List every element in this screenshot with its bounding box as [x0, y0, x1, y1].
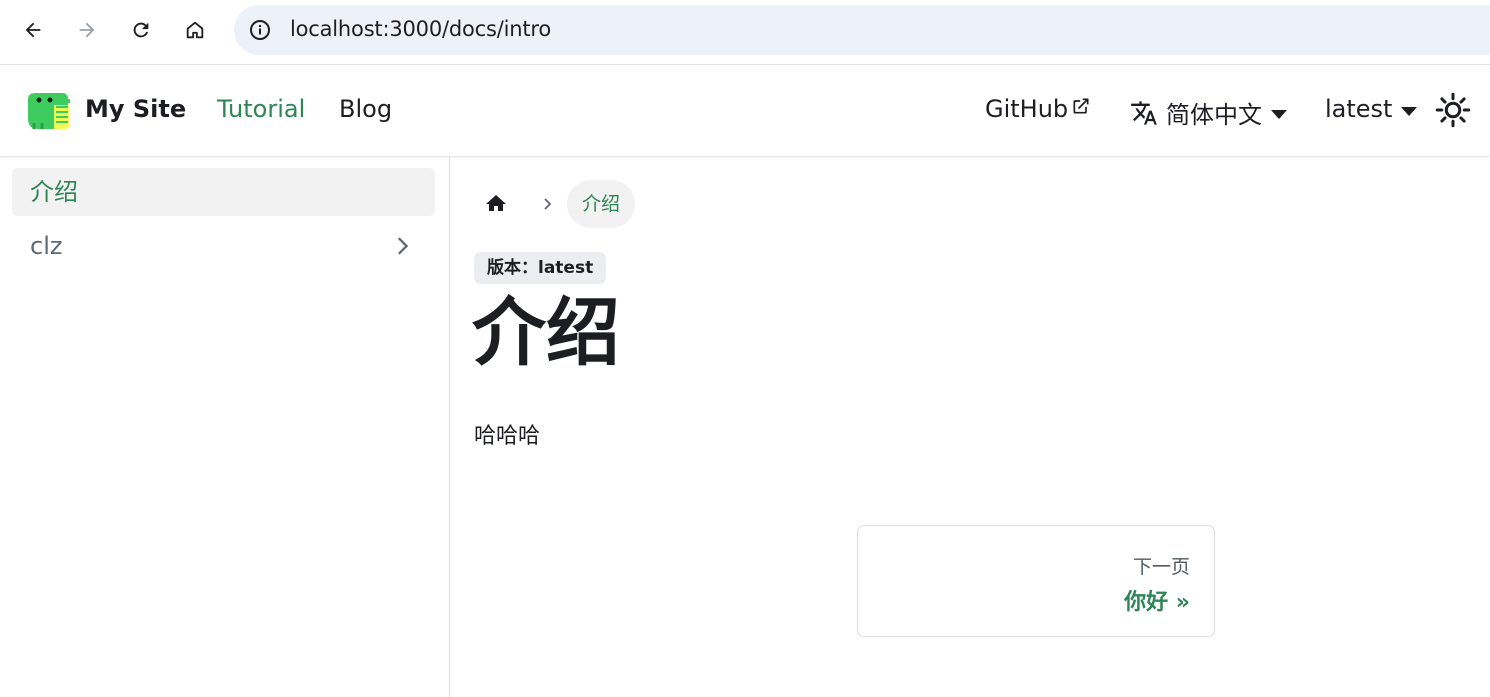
- home-button[interactable]: [175, 10, 215, 50]
- nav-github-label: GitHub: [985, 95, 1069, 123]
- reload-button[interactable]: [121, 10, 161, 50]
- sidebar-item-label: clz: [30, 232, 63, 260]
- reload-icon: [133, 22, 149, 38]
- dinosaur-logo-icon[interactable]: [24, 89, 72, 133]
- site-navbar: My Site Tutorial Blog GitHub 简体中文 latest: [0, 65, 1490, 156]
- home-icon: [486, 195, 506, 211]
- back-icon: [25, 22, 41, 38]
- version-badge: 版本：latest: [474, 252, 607, 284]
- caret-down-icon: [1401, 106, 1418, 116]
- sidebar-item-intro[interactable]: 介绍: [12, 168, 435, 216]
- url-text[interactable]: localhost:3000/docs/intro: [290, 17, 551, 41]
- back-button[interactable]: [13, 10, 53, 50]
- translate-icon: [1131, 100, 1157, 125]
- version-dropdown[interactable]: latest: [1325, 95, 1418, 123]
- caret-down-icon: [1271, 110, 1287, 119]
- forward-icon: [79, 22, 95, 38]
- external-link-icon: [1073, 98, 1089, 114]
- version-label: latest: [1325, 95, 1393, 123]
- info-icon[interactable]: [248, 18, 272, 42]
- forward-button[interactable]: [67, 10, 107, 50]
- pager-label: 你好 »: [1124, 590, 1190, 615]
- sidebar-item-clz[interactable]: clz: [12, 222, 435, 270]
- chevron-right-icon[interactable]: [391, 234, 415, 258]
- next-page-link[interactable]: 下一页 你好 »: [857, 525, 1215, 637]
- pager-sublabel: 下一页: [1132, 556, 1190, 578]
- home-icon: [186, 21, 204, 39]
- address-bar[interactable]: localhost:3000/docs/intro: [234, 5, 1490, 55]
- page-title: 介绍: [472, 290, 620, 376]
- sun-icon[interactable]: [1435, 92, 1471, 128]
- language-dropdown[interactable]: 简体中文: [1130, 95, 1287, 130]
- language-label: 简体中文: [1166, 101, 1262, 129]
- breadcrumb-separator-icon: [544, 198, 552, 210]
- page-body-text: 哈哈哈: [474, 424, 541, 449]
- browser-toolbar: localhost:3000/docs/intro: [0, 0, 1490, 62]
- nav-tutorial-link[interactable]: Tutorial: [217, 95, 305, 123]
- breadcrumb-home[interactable]: [480, 190, 512, 218]
- breadcrumb-current: 介绍: [567, 180, 636, 228]
- nav-blog-link[interactable]: Blog: [339, 95, 392, 123]
- site-title[interactable]: My Site: [85, 95, 186, 123]
- nav-github-link[interactable]: GitHub: [985, 95, 1091, 123]
- docs-sidebar: 介绍 clz: [0, 156, 450, 697]
